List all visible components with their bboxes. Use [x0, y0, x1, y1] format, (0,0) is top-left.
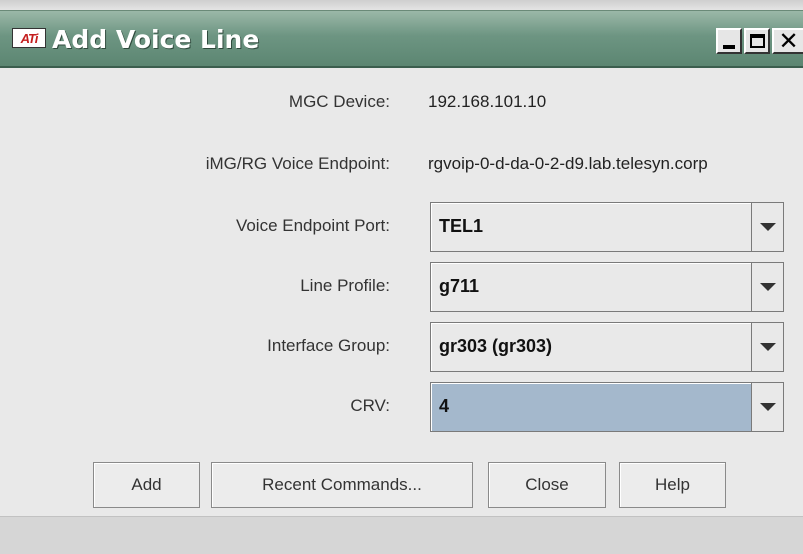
help-button[interactable]: Help — [619, 462, 726, 508]
chevron-down-icon — [759, 343, 776, 351]
endpoint-port-select[interactable]: TEL1 — [430, 202, 784, 252]
mgc-device-label: MGC Device: — [288, 92, 390, 111]
close-window-button[interactable]: ✕ — [772, 28, 803, 54]
interface-group-label: Interface Group: — [267, 336, 390, 355]
maximize-button[interactable] — [744, 28, 770, 54]
crv-value: 4 — [439, 396, 450, 416]
chevron-down-icon — [759, 283, 776, 291]
line-profile-select[interactable]: g711 — [430, 262, 784, 312]
crv-select[interactable]: 4 — [430, 382, 784, 432]
maximize-icon — [749, 34, 765, 48]
add-voice-line-dialog: ATi Add Voice Line ✕ MGC Device: 192.168… — [0, 0, 803, 554]
endpoint-port-dropdown-button[interactable] — [751, 203, 783, 251]
endpoint-port-label: Voice Endpoint Port: — [235, 216, 390, 235]
minimize-icon — [723, 45, 735, 49]
top-stripe — [0, 0, 803, 11]
window-title: Add Voice Line — [52, 25, 260, 54]
close-icon: ✕ — [778, 27, 799, 55]
recent-commands-button[interactable]: Recent Commands... — [211, 462, 473, 508]
app-logo-icon: ATi — [12, 28, 46, 48]
interface-group-dropdown-button[interactable] — [751, 323, 783, 371]
endpoint-port-value: TEL1 — [439, 216, 484, 236]
interface-group-value: gr303 (gr303) — [439, 336, 553, 356]
voice-endpoint-value: rgvoip-0-d-da-0-2-d9.lab.telesyn.corp — [428, 154, 708, 173]
status-bar — [0, 516, 803, 554]
chevron-down-icon — [759, 403, 776, 411]
minimize-button[interactable] — [716, 28, 742, 54]
crv-label: CRV: — [350, 396, 390, 415]
line-profile-label: Line Profile: — [300, 276, 390, 295]
line-profile-dropdown-button[interactable] — [751, 263, 783, 311]
close-button[interactable]: Close — [488, 462, 606, 508]
title-bar[interactable]: ATi Add Voice Line ✕ — [0, 11, 803, 68]
interface-group-select[interactable]: gr303 (gr303) — [430, 322, 784, 372]
line-profile-value: g711 — [439, 276, 480, 296]
form-area: MGC Device: 192.168.101.10 iMG/RG Voice … — [0, 70, 803, 516]
add-button[interactable]: Add — [93, 462, 200, 508]
mgc-device-value: 192.168.101.10 — [428, 92, 547, 111]
voice-endpoint-label: iMG/RG Voice Endpoint: — [205, 154, 390, 173]
chevron-down-icon — [759, 223, 776, 231]
crv-dropdown-button[interactable] — [751, 383, 783, 431]
